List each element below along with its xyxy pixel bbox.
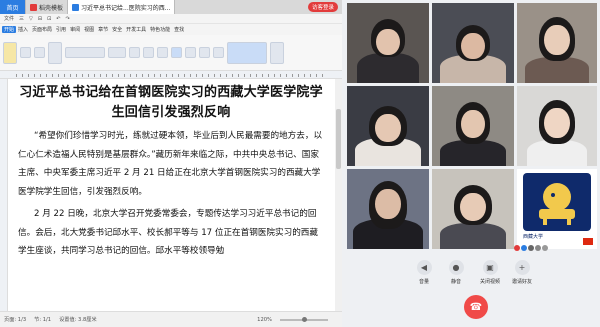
file-menu[interactable]: 文件 xyxy=(4,15,14,22)
participant-video[interactable] xyxy=(347,86,429,166)
university-logo xyxy=(523,173,591,231)
menu-icon[interactable]: 三 xyxy=(19,15,24,22)
menu-security[interactable]: 安全 xyxy=(110,26,124,33)
participant-video[interactable] xyxy=(347,3,429,83)
document-title: 习近平总书记给在首钢医院实习的西藏大学医学院学生回信引发强烈反响 xyxy=(19,85,323,120)
find-replace-icon[interactable] xyxy=(270,41,284,64)
format-painter-icon[interactable] xyxy=(48,41,62,64)
font-size-select[interactable] xyxy=(108,47,126,58)
document-paragraph: 2 月 22 日晚，北京大学召开党委常委会，专题传达学习习近平总书记的回信。会后… xyxy=(18,209,318,256)
zoom-slider[interactable] xyxy=(280,316,328,322)
align-center-icon[interactable] xyxy=(185,47,196,58)
participant-video[interactable] xyxy=(432,86,514,166)
close-video-button[interactable]: ▣ 关闭视频 xyxy=(476,260,504,285)
participant-avatar-tile[interactable]: 西藏大学 xyxy=(517,169,597,249)
quick-toolbar: 文件 三 ▽ ⊟ ⊡ ↶ ↷ xyxy=(0,14,342,24)
menu-insert[interactable]: 插入 xyxy=(16,26,30,33)
tab-document[interactable]: 习近平总书记给...医院实习的西... xyxy=(68,0,176,14)
tab-docer[interactable]: 稻壳模板 xyxy=(26,0,69,14)
phone-icon: ☎ xyxy=(469,301,483,313)
flag-icon xyxy=(583,238,593,245)
paste-icon[interactable] xyxy=(3,41,17,64)
participant-video[interactable] xyxy=(517,3,597,83)
menu-search[interactable]: 查找 xyxy=(172,26,186,33)
camera-icon: ▣ xyxy=(482,260,498,275)
add-user-icon: + xyxy=(514,260,530,275)
mic-tray-icon[interactable] xyxy=(528,245,534,251)
cut-icon[interactable] xyxy=(20,47,31,58)
horizontal-ruler xyxy=(0,71,342,79)
bold-icon[interactable] xyxy=(129,47,140,58)
vertical-scrollbar[interactable] xyxy=(335,79,342,311)
settings-tray-icon[interactable] xyxy=(542,245,548,251)
vertical-ruler xyxy=(0,79,8,311)
menu-layout[interactable]: 页面布局 xyxy=(30,26,54,33)
menu-review[interactable]: 审阅 xyxy=(68,26,82,33)
tray-icons xyxy=(514,245,548,251)
invite-friend-button[interactable]: + 邀请好友 xyxy=(508,260,536,285)
wps-writer-window: 首页 稻壳模板 习近平总书记给...医院实习的西... 访客登录 文件 三 ▽ … xyxy=(0,0,342,327)
redo-icon[interactable]: ↷ xyxy=(66,16,70,22)
setting-value: 设置值: 3.8厘米 xyxy=(59,317,97,323)
lang-icon[interactable] xyxy=(521,245,527,251)
participant-video[interactable] xyxy=(347,169,429,249)
underline-icon[interactable] xyxy=(157,47,168,58)
ribbon-toolbar xyxy=(0,35,342,71)
call-controls: ◀ 音量 ● 静音 ▣ 关闭视频 + 邀请好友 ☎ xyxy=(342,252,600,327)
volume-button[interactable]: ◀ 音量 xyxy=(410,260,438,285)
zoom-level[interactable]: 120% xyxy=(257,317,272,323)
participant-video[interactable] xyxy=(432,169,514,249)
participant-video[interactable] xyxy=(517,86,597,166)
mic-icon: ● xyxy=(448,260,464,275)
tab-home[interactable]: 首页 xyxy=(0,0,26,14)
dropdown-icon[interactable]: ▽ xyxy=(29,16,33,22)
print-icon[interactable]: ⊡ xyxy=(47,16,51,22)
font-select[interactable] xyxy=(65,47,105,58)
italic-icon[interactable] xyxy=(143,47,154,58)
align-right-icon[interactable] xyxy=(199,47,210,58)
menu-features[interactable]: 特色功能 xyxy=(148,26,172,33)
style-gallery[interactable] xyxy=(227,41,267,64)
menu-start[interactable]: 开始 xyxy=(2,26,17,33)
menu-view[interactable]: 视图 xyxy=(82,26,96,33)
document-icon xyxy=(72,3,80,11)
mute-button[interactable]: ● 静音 xyxy=(442,260,470,285)
visitor-login-button[interactable]: 访客登录 xyxy=(307,2,338,12)
document-paragraph: “希望你们珍惜学习时光，练就过硬本领，毕业后到人民最需要的地方去，以仁心仁术造福… xyxy=(18,131,323,197)
document-page[interactable]: 习近平总书记给在首钢医院实习的西藏大学医学院学生回信引发强烈反响 “希望你们珍惜… xyxy=(10,79,334,311)
status-bar: 页面: 1/3 节: 1/1 设置值: 3.8厘米 120% xyxy=(0,311,342,327)
ime-icon[interactable] xyxy=(514,245,520,251)
line-spacing-icon[interactable] xyxy=(213,47,224,58)
speaker-icon: ◀ xyxy=(416,260,432,275)
save-icon[interactable]: ⊟ xyxy=(38,16,42,22)
tab-bar: 首页 稻壳模板 习近平总书记给...医院实习的西... 访客登录 xyxy=(0,0,342,14)
copy-icon[interactable] xyxy=(34,47,45,58)
menu-reference[interactable]: 引用 xyxy=(54,26,68,33)
ribbon-tabs: 开始 插入 页面布局 引用 审阅 视图 章节 安全 开发工具 特色功能 查找 xyxy=(0,24,342,35)
logo-label: 西藏大学 xyxy=(523,234,544,240)
zoom-slider-knob[interactable] xyxy=(302,316,307,322)
document-area[interactable]: 习近平总书记给在首钢医院实习的西藏大学医学院学生回信引发强烈反响 “希望你们珍惜… xyxy=(0,79,342,311)
align-left-icon[interactable] xyxy=(171,47,182,58)
participant-video[interactable] xyxy=(432,3,514,83)
docer-icon xyxy=(30,3,37,11)
page-indicator[interactable]: 页面: 1/3 xyxy=(4,316,26,323)
menu-chapter[interactable]: 章节 xyxy=(96,26,110,33)
keyboard-icon[interactable] xyxy=(535,245,541,251)
hang-up-button[interactable]: ☎ xyxy=(464,295,488,319)
undo-icon[interactable]: ↶ xyxy=(56,16,60,22)
menu-devtools[interactable]: 开发工具 xyxy=(124,26,148,33)
section-indicator: 节: 1/1 xyxy=(34,317,52,323)
scrollbar-thumb[interactable] xyxy=(336,109,341,169)
lion-logo-icon xyxy=(539,183,575,225)
